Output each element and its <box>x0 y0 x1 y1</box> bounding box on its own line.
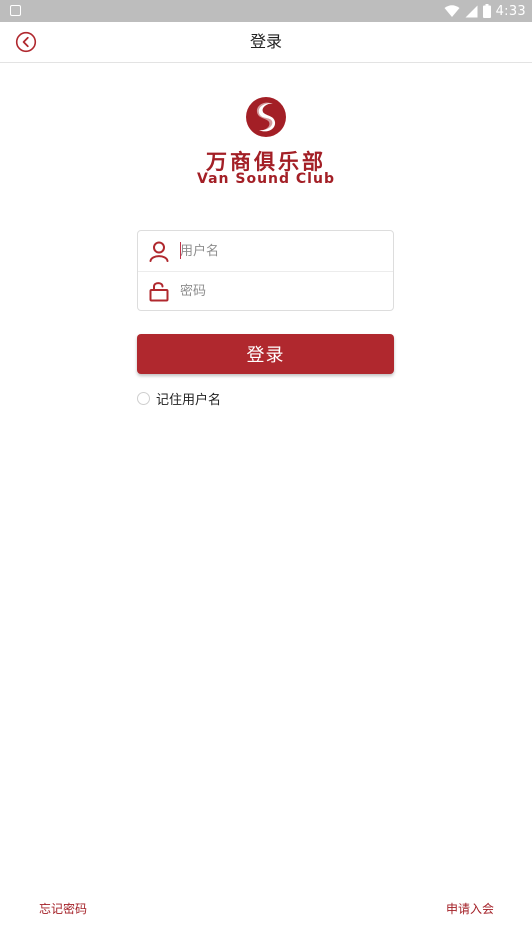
password-row <box>138 271 393 311</box>
notification-icon <box>10 5 21 16</box>
user-icon <box>149 241 169 262</box>
battery-icon <box>482 4 491 18</box>
apply-membership-link[interactable]: 申请入会 <box>446 900 494 917</box>
page-title: 登录 <box>249 32 282 51</box>
club-name-en: Van Sound Club <box>197 171 335 187</box>
remember-radio[interactable] <box>137 391 150 405</box>
login-screen: 4:33 登录 万商俱乐部 Van Sound Club 用户名 登录 记住用户… <box>0 0 532 944</box>
title-bar: 登录 <box>0 22 532 63</box>
back-circle-icon[interactable] <box>15 31 37 53</box>
login-button[interactable]: 登录 <box>137 334 394 374</box>
login-form <box>137 230 394 311</box>
remember-username-toggle[interactable]: 记住用户名 <box>137 389 222 408</box>
password-input[interactable] <box>180 279 380 303</box>
wifi-icon <box>444 4 460 17</box>
forgot-password-link[interactable]: 忘记密码 <box>39 900 87 917</box>
lock-icon <box>149 282 169 302</box>
text-cursor <box>180 242 181 259</box>
remember-username-label: 记住用户名 <box>156 392 222 408</box>
status-bar: 4:33 <box>0 0 532 22</box>
username-input[interactable] <box>180 239 380 263</box>
status-icons: 4:33 <box>444 0 526 22</box>
club-logo-icon <box>246 97 286 137</box>
username-row <box>138 231 393 272</box>
signal-icon <box>465 5 478 17</box>
status-time: 4:33 <box>495 3 526 19</box>
